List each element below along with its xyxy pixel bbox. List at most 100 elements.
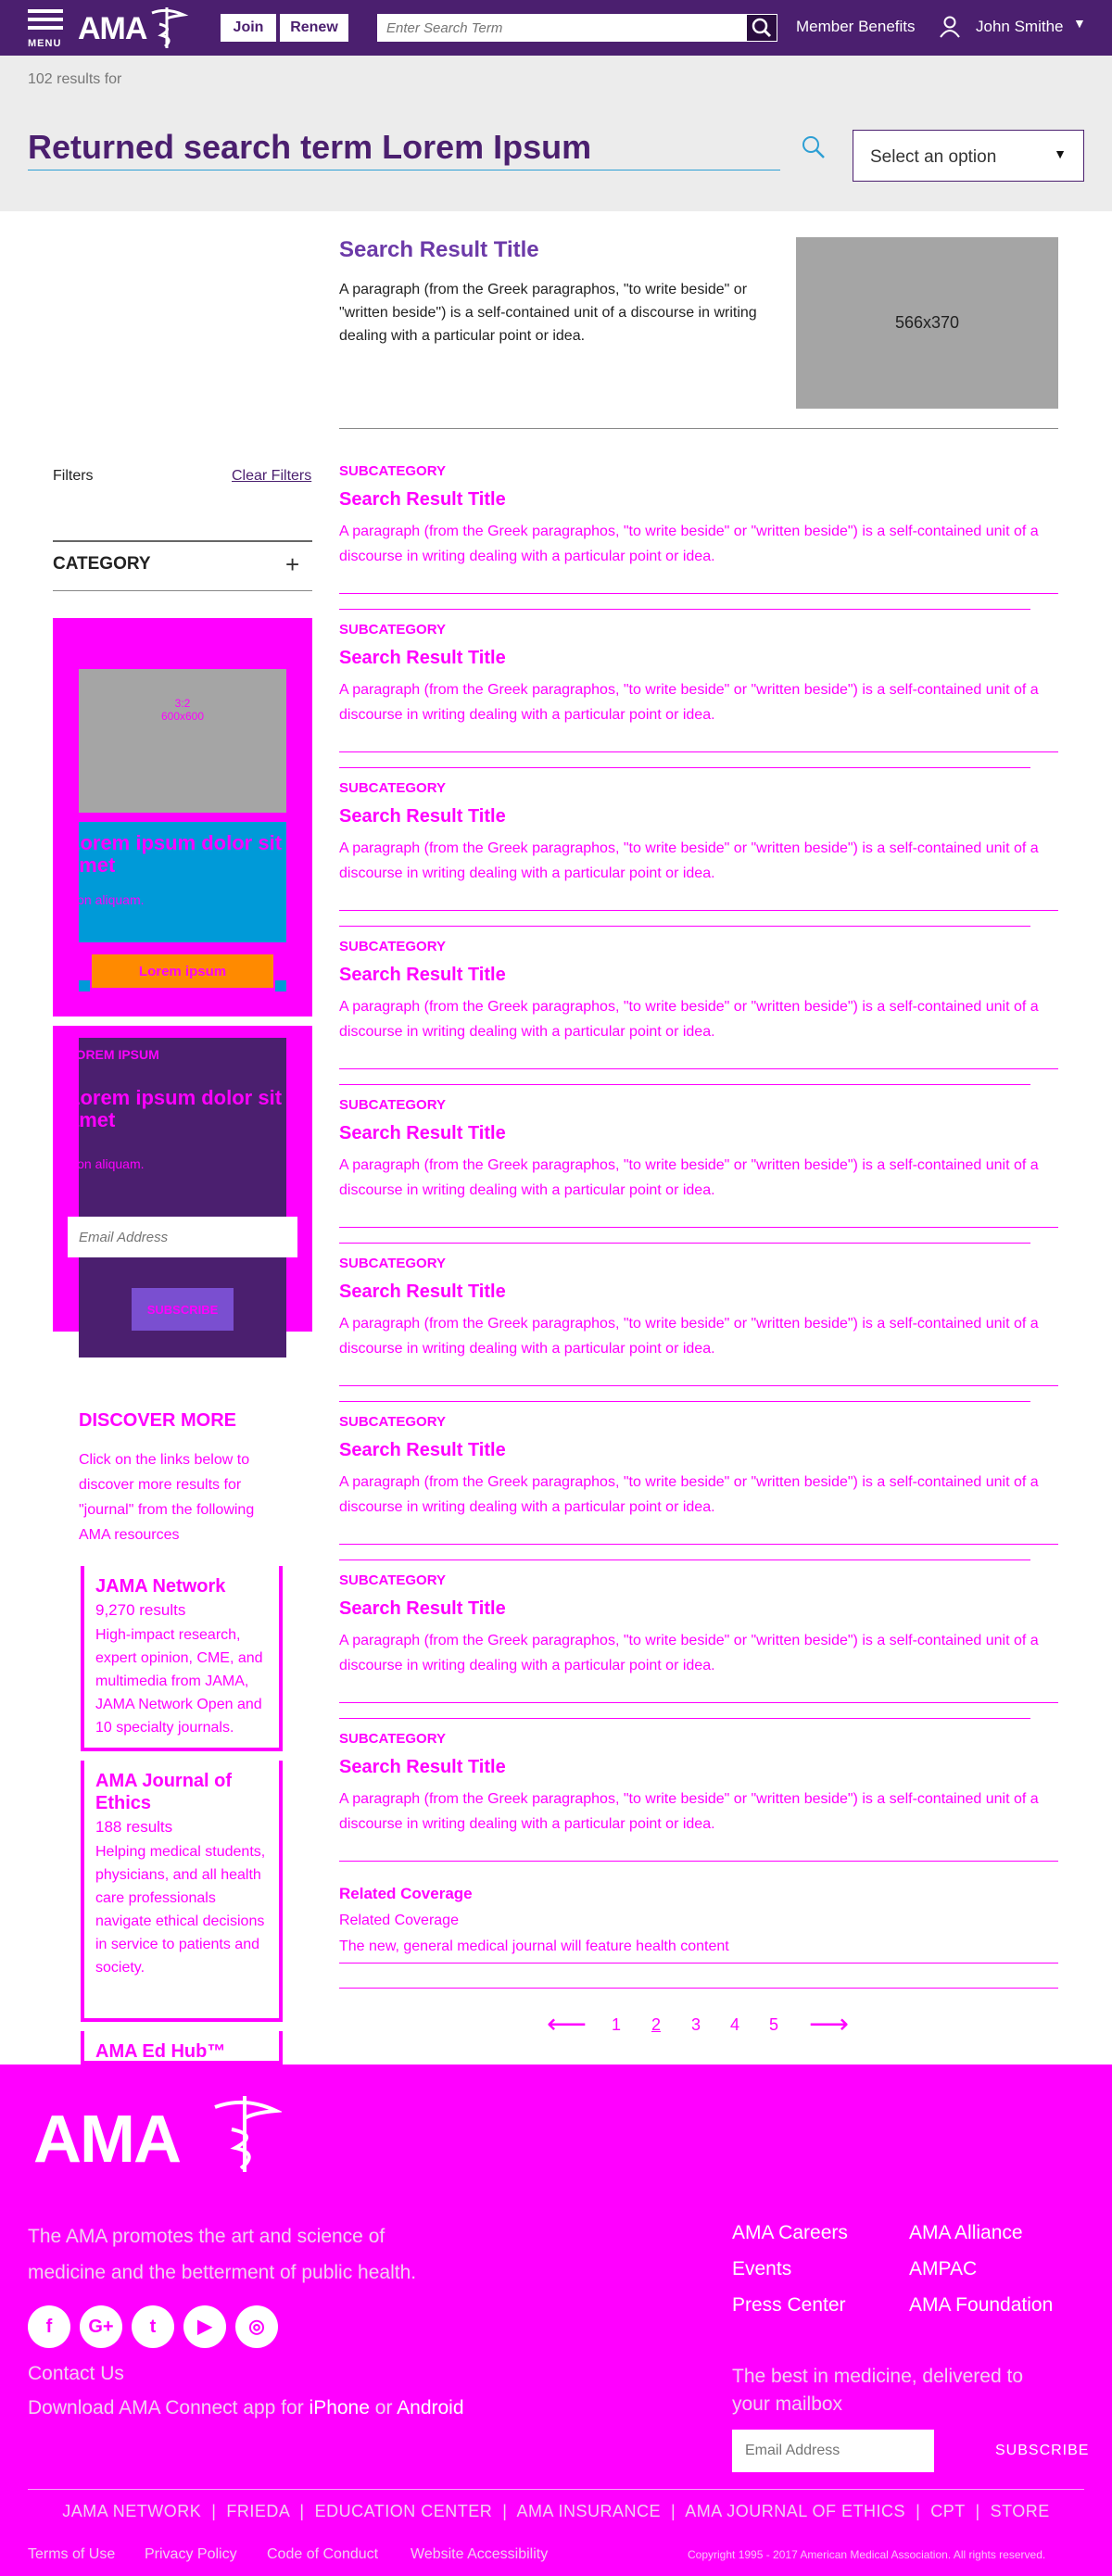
result-subcategory[interactable]: SUBCATEGORY <box>339 780 446 796</box>
result-title[interactable]: Search Result Title <box>339 648 506 669</box>
result-description: A paragraph (from the Greek paragraphos,… <box>339 1316 1039 1357</box>
footer-newsletter-heading: The best in medicine, delivered to your … <box>732 2366 1024 2415</box>
resource-description: High-impact research, expert opinion, CM… <box>95 1627 263 1736</box>
footer-tagline: The AMA promotes the art and science of … <box>28 2226 417 2283</box>
result-subcategory[interactable]: SUBCATEGORY <box>339 463 446 479</box>
resource-card-journal-of-ethics[interactable]: AMA Journal of Ethics 188 results Helpin… <box>81 1761 283 2022</box>
footer-nav-education-center[interactable]: EDUCATION CENTER <box>315 2502 493 2520</box>
pagination-page[interactable]: 5 <box>769 2015 778 2035</box>
divider <box>53 590 312 591</box>
search-icon[interactable] <box>801 134 827 160</box>
iphone-app-link[interactable]: iPhone <box>310 2397 370 2418</box>
result-title[interactable]: Search Result Title <box>339 965 506 986</box>
carousel-dot[interactable] <box>79 980 90 991</box>
pagination-prev-arrow-icon[interactable]: ⟵ <box>547 2008 587 2040</box>
footer-link-events[interactable]: Events <box>732 2258 791 2280</box>
footer-legal-accessibility[interactable]: Website Accessibility <box>411 2546 548 2563</box>
footer-link-ama-alliance[interactable]: AMA Alliance <box>909 2222 1023 2244</box>
clear-filters-link[interactable]: Clear Filters <box>232 468 311 485</box>
footer-ama-logo[interactable]: AMA <box>33 2092 284 2177</box>
related-coverage-link[interactable]: Related Coverage <box>339 1913 459 1929</box>
footer-link-ampac[interactable]: AMPAC <box>909 2258 977 2280</box>
footer-legal-terms[interactable]: Terms of Use <box>28 2546 115 2563</box>
footer-nav-store[interactable]: STORE <box>991 2502 1050 2520</box>
download-app-or: or <box>374 2397 393 2418</box>
sort-select[interactable]: Select an option ▼ <box>853 130 1084 182</box>
footer-nav-frieda[interactable]: FRIEDA <box>226 2502 289 2520</box>
pagination-page[interactable]: 1 <box>612 2015 621 2035</box>
google-plus-icon[interactable]: G+ <box>80 2305 122 2348</box>
pagination-next-arrow-icon[interactable]: ⟶ <box>809 2008 849 2040</box>
twitter-icon[interactable]: t <box>132 2305 174 2348</box>
search-result-item[interactable]: SUBCATEGORY Search Result Title A paragrap… <box>339 1718 1058 1863</box>
user-icon[interactable] <box>940 16 960 38</box>
result-title[interactable]: Search Result Title <box>339 1282 506 1303</box>
divider <box>339 767 1030 768</box>
result-subcategory[interactable]: SUBCATEGORY <box>339 1572 446 1588</box>
result-description: A paragraph (from the Greek paragraphos,… <box>339 840 1039 881</box>
resource-card-jama-network[interactable]: JAMA Network 9,270 results High-impact r… <box>81 1566 283 1751</box>
category-filter-heading[interactable]: CATEGORY <box>53 554 151 575</box>
footer-nav-jama-network[interactable]: JAMA NETWORK <box>62 2502 201 2520</box>
search-result-item[interactable]: SUBCATEGORY Search Result Title A paragrap… <box>339 609 1058 753</box>
site-search-button[interactable] <box>746 14 777 42</box>
user-menu-name[interactable]: John Smithe <box>976 18 1064 36</box>
menu-button[interactable]: MENU <box>28 9 65 49</box>
member-benefits-link[interactable]: Member Benefits <box>796 18 916 36</box>
result-title[interactable]: Search Result Title <box>339 489 506 511</box>
result-subcategory[interactable]: SUBCATEGORY <box>339 939 446 954</box>
result-title[interactable]: Search Result Title <box>339 1757 506 1778</box>
footer-legal-code-of-conduct[interactable]: Code of Conduct <box>267 2546 378 2563</box>
newsletter-email-field[interactable] <box>68 1217 297 1257</box>
search-result-item[interactable]: SUBCATEGORY Search Result Title A paragrap… <box>339 1084 1058 1229</box>
related-coverage-link[interactable]: The new, general medical journal will fe… <box>339 1938 729 1955</box>
pagination-page[interactable]: 2 <box>651 2015 661 2035</box>
ama-logo[interactable]: AMA <box>78 6 189 50</box>
search-result-item[interactable]: SUBCATEGORY Search Result Title A paragrap… <box>339 1559 1058 1704</box>
newsletter-subscribe-button[interactable]: SUBSCRIBE <box>132 1288 234 1331</box>
promo-cta-button[interactable]: Lorem ipsum <box>92 954 273 988</box>
carousel-dot[interactable] <box>275 980 286 991</box>
footer-link-press-center[interactable]: Press Center <box>732 2294 846 2317</box>
footer-nav-cpt[interactable]: CPT <box>930 2502 965 2520</box>
search-query-field[interactable]: Returned search term Lorem Ipsum <box>28 128 591 167</box>
footer-nav-ama-insurance[interactable]: AMA INSURANCE <box>516 2502 661 2520</box>
site-search-input[interactable] <box>377 14 748 42</box>
divider <box>339 1702 1058 1703</box>
chevron-down-icon[interactable]: ▼ <box>1073 16 1086 31</box>
search-result-item[interactable]: SUBCATEGORY Search Result Title A paragrap… <box>339 926 1058 1070</box>
plus-icon[interactable]: + <box>285 550 299 579</box>
facebook-icon[interactable]: f <box>28 2305 70 2348</box>
result-subcategory[interactable]: SUBCATEGORY <box>339 622 446 638</box>
footer-nav-journal-of-ethics[interactable]: AMA JOURNAL OF ETHICS <box>685 2502 905 2520</box>
result-subcategory[interactable]: SUBCATEGORY <box>339 1256 446 1271</box>
result-subcategory[interactable]: SUBCATEGORY <box>339 1731 446 1747</box>
featured-result-title[interactable]: Search Result Title <box>339 237 539 263</box>
footer-newsletter-email-field[interactable] <box>732 2430 934 2472</box>
footer-link-ama-foundation[interactable]: AMA Foundation <box>909 2294 1053 2317</box>
search-result-item[interactable]: SUBCATEGORY Search Result Title A paragrap… <box>339 1243 1058 1387</box>
search-result-item[interactable]: SUBCATEGORY Search Result Title A paragrap… <box>339 463 1058 595</box>
pagination-page[interactable]: 3 <box>691 2015 701 2035</box>
pagination-page[interactable]: 4 <box>730 2015 739 2035</box>
result-title[interactable]: Search Result Title <box>339 806 506 827</box>
result-subcategory[interactable]: SUBCATEGORY <box>339 1097 446 1113</box>
image-placeholder-label: 3:2 600x600 <box>79 697 286 723</box>
instagram-icon[interactable]: ◎ <box>235 2305 278 2348</box>
join-button[interactable]: Join <box>221 14 276 42</box>
result-title[interactable]: Search Result Title <box>339 1440 506 1461</box>
renew-button[interactable]: Renew <box>280 14 348 42</box>
contact-us-link[interactable]: Contact Us <box>28 2363 124 2385</box>
android-app-link[interactable]: Android <box>397 2397 463 2418</box>
result-subcategory[interactable]: SUBCATEGORY <box>339 1414 446 1430</box>
footer-legal-privacy[interactable]: Privacy Policy <box>145 2546 237 2563</box>
search-result-item[interactable]: SUBCATEGORY Search Result Title A paragrap… <box>339 1401 1058 1546</box>
resource-card-ed-hub[interactable]: AMA Ed Hub™ <box>81 2031 283 2065</box>
result-title[interactable]: Search Result Title <box>339 1598 506 1620</box>
search-result-item[interactable]: SUBCATEGORY Search Result Title A paragrap… <box>339 767 1058 912</box>
youtube-icon[interactable]: ▶ <box>183 2305 226 2348</box>
featured-result-image[interactable]: 566x370 <box>796 237 1058 409</box>
result-title[interactable]: Search Result Title <box>339 1123 506 1144</box>
footer-subscribe-button[interactable]: SUBSCRIBE <box>995 2443 1089 2459</box>
footer-link-ama-careers[interactable]: AMA Careers <box>732 2222 848 2244</box>
